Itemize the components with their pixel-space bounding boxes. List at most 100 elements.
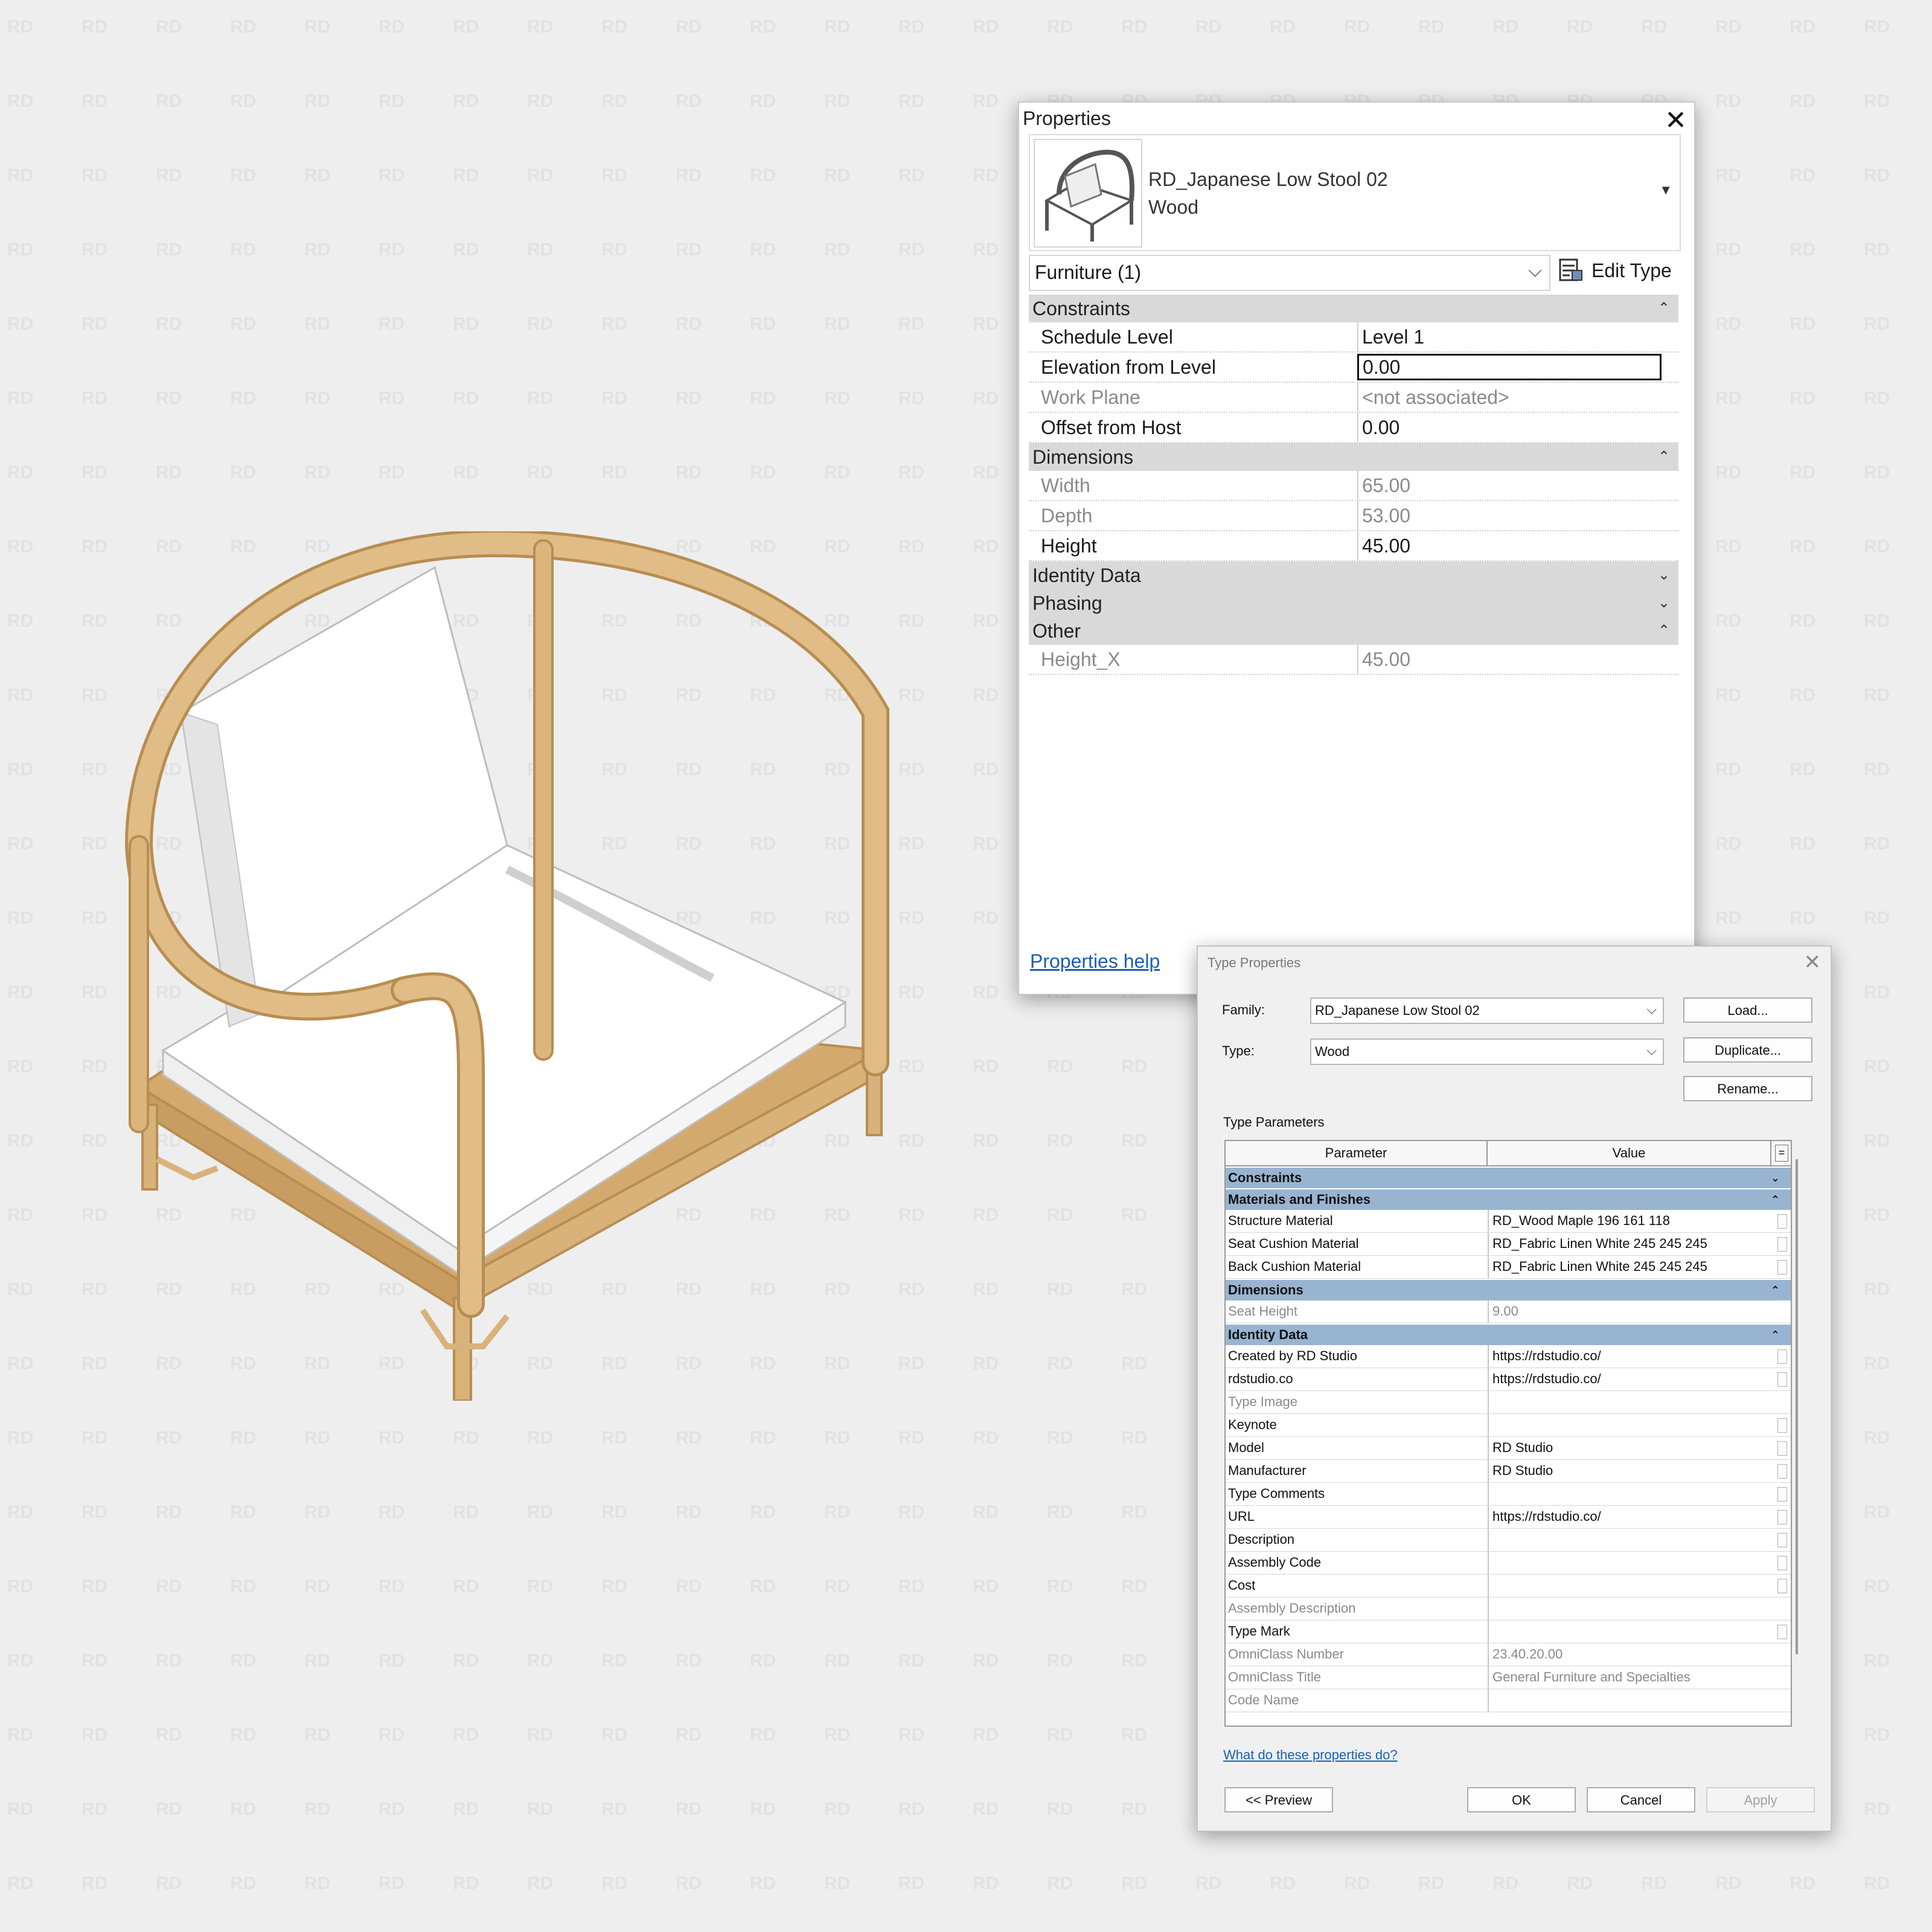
edit-type-label: Edit Type (1591, 259, 1672, 281)
row-height-x: Height_X 45.00 (1029, 645, 1678, 675)
dialog-title: Type Properties (1208, 955, 1301, 970)
table-row[interactable]: Manufacturer RD Studio (1226, 1460, 1791, 1483)
checkbox[interactable] (1777, 1625, 1787, 1639)
table-row[interactable]: Assembly Code (1226, 1552, 1791, 1575)
edit-type-icon (1559, 258, 1582, 281)
type-parameters-table: Parameter Value = Constraints ⌄ Materials… (1224, 1140, 1792, 1727)
category-identity-data[interactable]: Identity Data ⌄ (1029, 561, 1678, 589)
properties-help-link[interactable]: Properties help (1030, 950, 1160, 973)
properties-help-link[interactable]: What do these properties do? (1223, 1747, 1398, 1763)
chevron-down-icon: ⌵ (1528, 261, 1542, 281)
load-button[interactable]: Load... (1683, 997, 1812, 1023)
expand-icon[interactable]: ⌄ (1771, 1168, 1780, 1188)
rename-button[interactable]: Rename... (1683, 1076, 1812, 1101)
collapse-icon[interactable]: ⌃ (1771, 1325, 1780, 1345)
table-row[interactable]: Seat Cushion Material RD_Fabric Linen Whi… (1226, 1233, 1791, 1256)
tcat-materials[interactable]: Materials and Finishes ⌃ (1226, 1189, 1791, 1210)
table-row: Assembly Description (1226, 1598, 1791, 1620)
checkbox[interactable] (1777, 1533, 1787, 1547)
cancel-button[interactable]: Cancel (1587, 1787, 1695, 1812)
chevron-down-icon: ⌵ (1646, 1043, 1657, 1058)
expand-icon[interactable]: ⌄ (1658, 589, 1670, 617)
table-row: OmniClass Number 23.40.20.00 (1226, 1643, 1791, 1666)
checkbox[interactable] (1777, 1237, 1787, 1252)
chair-thumbnail-icon (1034, 139, 1142, 248)
table-row[interactable]: rdstudio.co https://rdstudio.co/ (1226, 1368, 1791, 1391)
chevron-down-icon: ⌵ (1646, 1002, 1657, 1017)
type-selector[interactable]: RD_Japanese Low Stool 02 Wood ▼ (1029, 134, 1681, 251)
row-work-plane: Work Plane <not associated> (1029, 383, 1678, 413)
collapse-icon[interactable]: ⌃ (1658, 443, 1670, 471)
vertical-scrollbar[interactable] (1796, 1159, 1798, 1654)
tcat-constraints[interactable]: Constraints ⌄ (1226, 1168, 1791, 1188)
collapse-icon[interactable]: ⌃ (1771, 1280, 1780, 1300)
dropdown-arrow-icon[interactable]: ▼ (1659, 182, 1672, 198)
table-row: Seat Height 9.00 (1226, 1300, 1791, 1323)
header-parameter[interactable]: Parameter (1226, 1141, 1488, 1165)
close-icon[interactable]: ✕ (1665, 104, 1687, 138)
row-height[interactable]: Height 45.00 (1029, 531, 1678, 561)
type-parameters-label: Type Parameters (1223, 1115, 1325, 1130)
family-label: Family: (1222, 1002, 1265, 1017)
table-row: Code Name (1226, 1689, 1791, 1712)
properties-title: Properties (1023, 107, 1111, 129)
table-row[interactable]: Description (1226, 1529, 1791, 1552)
checkbox[interactable] (1777, 1487, 1787, 1502)
table-header: Parameter Value = (1226, 1141, 1791, 1166)
chair-3d-preview (124, 531, 889, 1401)
collapse-icon[interactable]: ⌃ (1658, 617, 1670, 645)
tcat-identity-data[interactable]: Identity Data ⌃ (1226, 1325, 1791, 1345)
elevation-input[interactable]: 0.00 (1357, 354, 1662, 380)
expand-icon[interactable]: ⌄ (1658, 561, 1670, 589)
table-row[interactable]: Cost (1226, 1575, 1791, 1598)
table-row[interactable]: URL https://rdstudio.co/ (1226, 1506, 1791, 1529)
type-family-name: RD_Japanese Low Stool 02 (1148, 168, 1388, 190)
family-dropdown[interactable]: RD_Japanese Low Stool 02 ⌵ (1310, 997, 1664, 1024)
type-value: Wood (1315, 1044, 1350, 1059)
properties-grid: Constraints ⌃ Schedule Level Level 1 Eleva… (1029, 295, 1678, 675)
table-row[interactable]: Structure Material RD_Wood Maple 196 161 … (1226, 1210, 1791, 1233)
row-schedule-level[interactable]: Schedule Level Level 1 (1029, 322, 1678, 353)
checkbox[interactable] (1777, 1579, 1787, 1593)
properties-palette: Properties ✕ RD_Japanese Low Stool 02 Wo… (1018, 101, 1695, 995)
category-other[interactable]: Other ⌃ (1029, 617, 1678, 645)
table-row[interactable]: Model RD Studio (1226, 1437, 1791, 1460)
checkbox[interactable] (1777, 1349, 1787, 1364)
edit-type-button[interactable]: Edit Type (1558, 254, 1672, 287)
header-value[interactable]: Value (1488, 1141, 1771, 1165)
apply-button[interactable]: Apply (1706, 1787, 1815, 1812)
row-offset-from-host[interactable]: Offset from Host 0.00 (1029, 413, 1678, 443)
preview-button[interactable]: << Preview (1224, 1787, 1333, 1812)
row-width: Width 65.00 (1029, 471, 1678, 501)
header-flag[interactable]: = (1775, 1145, 1788, 1162)
checkbox[interactable] (1777, 1556, 1787, 1570)
ok-button[interactable]: OK (1467, 1787, 1576, 1812)
type-name: Wood (1148, 196, 1199, 218)
category-phasing[interactable]: Phasing ⌄ (1029, 589, 1678, 617)
checkbox[interactable] (1777, 1214, 1787, 1229)
checkbox[interactable] (1777, 1372, 1787, 1387)
collapse-icon[interactable]: ⌃ (1658, 295, 1670, 322)
category-constraints[interactable]: Constraints ⌃ (1029, 295, 1678, 322)
table-row: Type Image (1226, 1391, 1791, 1414)
type-dropdown[interactable]: Wood ⌵ (1310, 1038, 1664, 1065)
duplicate-button[interactable]: Duplicate... (1683, 1037, 1812, 1063)
checkbox[interactable] (1777, 1510, 1787, 1524)
checkbox[interactable] (1777, 1418, 1787, 1433)
table-row[interactable]: Type Mark (1226, 1620, 1791, 1643)
row-elevation-from-level[interactable]: Elevation from Level 0.00 (1029, 353, 1678, 383)
close-icon[interactable]: ✕ (1804, 950, 1822, 974)
instance-filter-dropdown[interactable]: Furniture (1) ⌵ (1029, 255, 1550, 291)
table-row[interactable]: Keynote (1226, 1414, 1791, 1437)
checkbox[interactable] (1777, 1260, 1787, 1275)
instance-filter-value: Furniture (1) (1035, 261, 1142, 283)
table-row[interactable]: Type Comments (1226, 1483, 1791, 1506)
checkbox[interactable] (1777, 1464, 1787, 1479)
collapse-icon[interactable]: ⌃ (1771, 1189, 1780, 1210)
table-row[interactable]: Back Cushion Material RD_Fabric Linen Whi… (1226, 1256, 1791, 1279)
type-label: Type: (1222, 1043, 1255, 1058)
category-dimensions[interactable]: Dimensions ⌃ (1029, 443, 1678, 471)
table-row[interactable]: Created by RD Studio https://rdstudio.co/ (1226, 1345, 1791, 1368)
checkbox[interactable] (1777, 1441, 1787, 1456)
tcat-dimensions[interactable]: Dimensions ⌃ (1226, 1280, 1791, 1300)
